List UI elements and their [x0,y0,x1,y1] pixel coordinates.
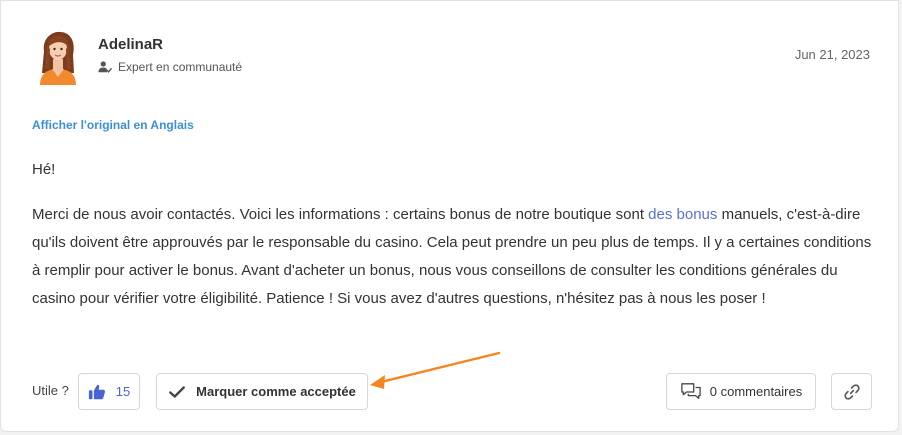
user-role: Expert en communauté [98,60,242,74]
like-button[interactable]: 15 [78,373,140,410]
thumbs-up-icon [88,384,105,399]
mark-accepted-label: Marquer comme acceptée [196,384,356,399]
comments-button[interactable]: 0 commentaires [666,373,816,410]
comments-icon [681,382,701,399]
post-greeting: Hé! [32,161,56,178]
post-body: Merci de nous avoir contactés. Voici les… [32,201,877,313]
annotation-arrow [370,351,501,389]
user-check-icon [98,61,112,73]
post-date: Jun 21, 2023 [794,47,870,62]
like-count: 15 [115,384,131,399]
avatar[interactable] [34,29,82,85]
link-icon [843,383,860,400]
comments-label: 0 commentaires [709,384,803,399]
post-body-text-start: Merci de nous avoir contactés. Voici les… [32,206,649,223]
checkmark-icon [169,385,186,398]
bonus-link[interactable]: des bonus [648,206,717,223]
useful-label: Utile ? [32,383,69,398]
post-card: AdelinaR Expert en communauté Jun 21, 20… [0,0,899,432]
copy-link-button[interactable] [831,373,872,410]
mark-accepted-button[interactable]: Marquer comme acceptée [156,373,368,410]
username[interactable]: AdelinaR [98,36,163,53]
show-original-link[interactable]: Afficher l'original en Anglais [32,118,194,132]
user-role-label: Expert en communauté [118,60,243,74]
